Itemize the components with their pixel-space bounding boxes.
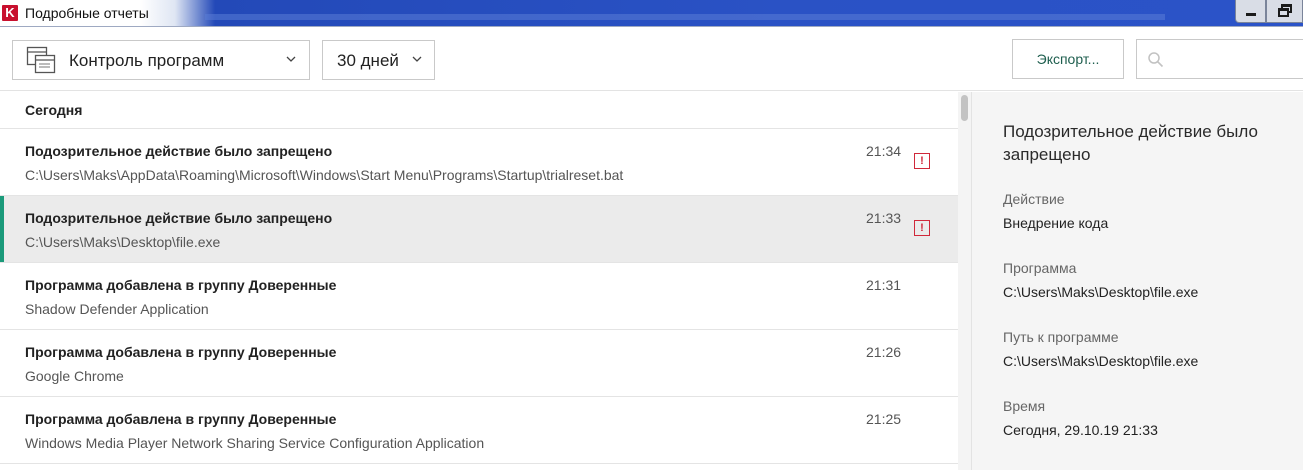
event-time: 21:31 [866, 277, 902, 293]
title-bar: K Подробные отчеты [0, 0, 1303, 27]
details-label-program: Программа [1003, 260, 1077, 276]
section-header-today: Сегодня [0, 92, 958, 129]
event-title: Подозрительное действие было запрещено [25, 210, 333, 226]
event-time: 21:33 [866, 210, 902, 226]
event-subtitle: Shadow Defender Application [25, 301, 209, 317]
search-icon [1148, 52, 1164, 68]
chevron-down-icon [286, 56, 296, 62]
event-title: Программа добавлена в группу Доверенные [25, 277, 337, 293]
details-label-path: Путь к программе [1003, 329, 1119, 345]
details-label-time: Время [1003, 398, 1046, 414]
details-label-action: Действие [1003, 191, 1065, 207]
event-subtitle: C:\Users\Maks\AppData\Roaming\Microsoft\… [25, 167, 624, 183]
details-title: Подозрительное действие было запрещено [1003, 122, 1258, 164]
event-subtitle: C:\Users\Maks\Desktop\file.exe [25, 234, 221, 250]
event-list: Сегодня Подозрительное действие было зап… [0, 92, 958, 470]
event-row-selected[interactable]: Подозрительное действие было запрещено C… [0, 196, 958, 263]
component-dropdown-value: Контроль программ [69, 51, 225, 70]
event-title: Подозрительное действие было запрещено [25, 143, 333, 159]
event-title: Программа добавлена в группу Доверенные [25, 411, 337, 427]
details-value-action: Внедрение кода [1003, 215, 1109, 231]
search-input[interactable] [1171, 40, 1301, 78]
event-row[interactable]: Программа добавлена в группу Доверенные … [0, 263, 958, 330]
restore-button[interactable] [1266, 0, 1303, 23]
details-value-program: C:\Users\Maks\Desktop\file.exe [1003, 284, 1199, 300]
event-title: Программа добавлена в группу Доверенные [25, 344, 337, 360]
toolbar: Контроль программ 30 дней Экспорт... [0, 28, 1303, 91]
event-row[interactable]: Подозрительное действие было запрещено C… [0, 129, 958, 196]
scrollbar-thumb[interactable] [961, 95, 968, 121]
minimize-button[interactable] [1235, 0, 1266, 23]
selection-indicator [0, 196, 4, 262]
event-subtitle: Windows Media Player Network Sharing Ser… [25, 435, 485, 451]
search-box[interactable] [1136, 39, 1303, 79]
event-row[interactable]: Программа добавлена в группу Доверенные … [0, 397, 958, 464]
component-dropdown[interactable]: Контроль программ [12, 40, 310, 80]
details-value-time: Сегодня, 29.10.19 21:33 [1003, 422, 1158, 438]
event-row[interactable]: Программа добавлена в группу Доверенные … [0, 330, 958, 397]
minimize-icon [1246, 13, 1256, 16]
app-logo-icon: K [2, 5, 18, 21]
export-button[interactable]: Экспорт... [1012, 39, 1124, 79]
title-bar-decoration [205, 14, 1165, 20]
window-title: Подробные отчеты [25, 5, 149, 21]
alert-icon: ! [914, 220, 930, 236]
list-scrollbar[interactable] [958, 92, 971, 470]
period-dropdown-value: 30 дней [337, 51, 399, 70]
event-subtitle: Google Chrome [25, 368, 124, 384]
event-time: 21:34 [866, 143, 902, 159]
details-value-path: C:\Users\Maks\Desktop\file.exe [1003, 353, 1199, 369]
chevron-down-icon [412, 56, 422, 62]
window-list-icon [26, 46, 56, 74]
details-panel: Подозрительное действие было запрещено Д… [971, 92, 1303, 470]
event-time: 21:26 [866, 344, 902, 360]
alert-icon: ! [914, 153, 930, 169]
event-time: 21:25 [866, 411, 902, 427]
period-dropdown[interactable]: 30 дней [322, 40, 435, 80]
